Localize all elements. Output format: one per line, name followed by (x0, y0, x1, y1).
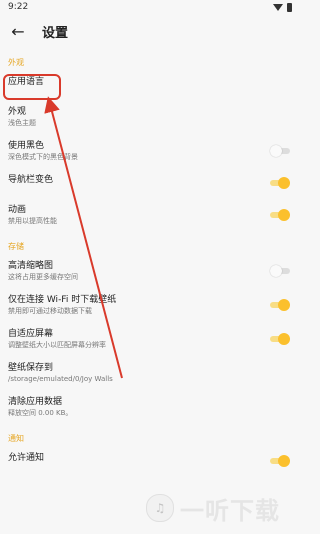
setting-allow-notify[interactable]: 允许通知 (0, 446, 300, 476)
navbar-color-label: 导航栏变色 (8, 175, 54, 185)
allow-notify-label: 允许通知 (8, 453, 45, 463)
wifi-icon (273, 3, 283, 11)
setting-hd-thumbnail[interactable]: 高清缩略图 这将占用更多缓存空间 (0, 254, 300, 288)
watermark: ♫ 一听下载 (146, 488, 296, 528)
navbar-color-switch[interactable] (270, 177, 290, 189)
wallpaper-path-label: 壁纸保存到 (8, 363, 54, 373)
allow-notify-switch[interactable] (270, 455, 290, 467)
section-notification: 通知 (8, 434, 24, 443)
section-storage: 存储 (8, 242, 24, 251)
hd-thumbnail-switch[interactable] (270, 265, 290, 277)
wallpaper-path-sub: /storage/emulated/0/Joy Walls (8, 375, 113, 383)
wifi-download-label: 仅在连接 Wi-Fi 时下载壁纸 (8, 295, 117, 305)
watermark-text: 一听下载 (180, 496, 280, 525)
adaptive-screen-label: 自适应屏幕 (8, 329, 54, 339)
setting-appearance[interactable]: 外观 浅色主题 (0, 100, 300, 134)
adaptive-screen-switch[interactable] (270, 333, 290, 345)
battery-icon (287, 2, 292, 12)
appearance-sub: 浅色主题 (8, 119, 36, 127)
setting-navbar-color[interactable]: 导航栏变色 (0, 168, 300, 198)
setting-adaptive-screen[interactable]: 自适应屏幕 调整壁纸大小以匹配屏幕分辨率 (0, 322, 300, 356)
use-black-sub: 深色模式下的黑色背景 (8, 153, 78, 161)
wifi-download-sub: 禁用即可通过移动数据下载 (8, 307, 92, 315)
appearance-label: 外观 (8, 107, 27, 117)
setting-clear-data[interactable]: 清除应用数据 释放空间 0.00 KB。 (0, 390, 300, 424)
status-bar: 9:22 (0, 0, 300, 14)
page-title: 设置 (42, 25, 69, 41)
animation-label: 动画 (8, 205, 27, 215)
status-time: 9:22 (8, 2, 29, 12)
app-bar: ← 设置 (0, 14, 300, 48)
clear-data-label: 清除应用数据 (8, 397, 63, 407)
hd-thumbnail-sub: 这将占用更多缓存空间 (8, 273, 78, 281)
watermark-logo-icon: ♫ (146, 494, 174, 522)
setting-animation[interactable]: 动画 禁用以提高性能 (0, 198, 300, 232)
back-arrow-icon[interactable]: ← (8, 21, 28, 41)
annotation-highlight-box (3, 74, 61, 100)
setting-wifi-download[interactable]: 仅在连接 Wi-Fi 时下载壁纸 禁用即可通过移动数据下载 (0, 288, 300, 322)
setting-use-black[interactable]: 使用黑色 深色模式下的黑色背景 (0, 134, 300, 168)
wifi-download-switch[interactable] (270, 299, 290, 311)
setting-wallpaper-path[interactable]: 壁纸保存到 /storage/emulated/0/Joy Walls (0, 356, 300, 390)
animation-sub: 禁用以提高性能 (8, 217, 57, 225)
use-black-label: 使用黑色 (8, 141, 45, 151)
animation-switch[interactable] (270, 209, 290, 221)
hd-thumbnail-label: 高清缩略图 (8, 261, 54, 271)
adaptive-screen-sub: 调整壁纸大小以匹配屏幕分辨率 (8, 341, 106, 349)
clear-data-sub: 释放空间 0.00 KB。 (8, 409, 73, 417)
section-appearance: 外观 (8, 58, 24, 67)
use-black-switch[interactable] (270, 145, 290, 157)
